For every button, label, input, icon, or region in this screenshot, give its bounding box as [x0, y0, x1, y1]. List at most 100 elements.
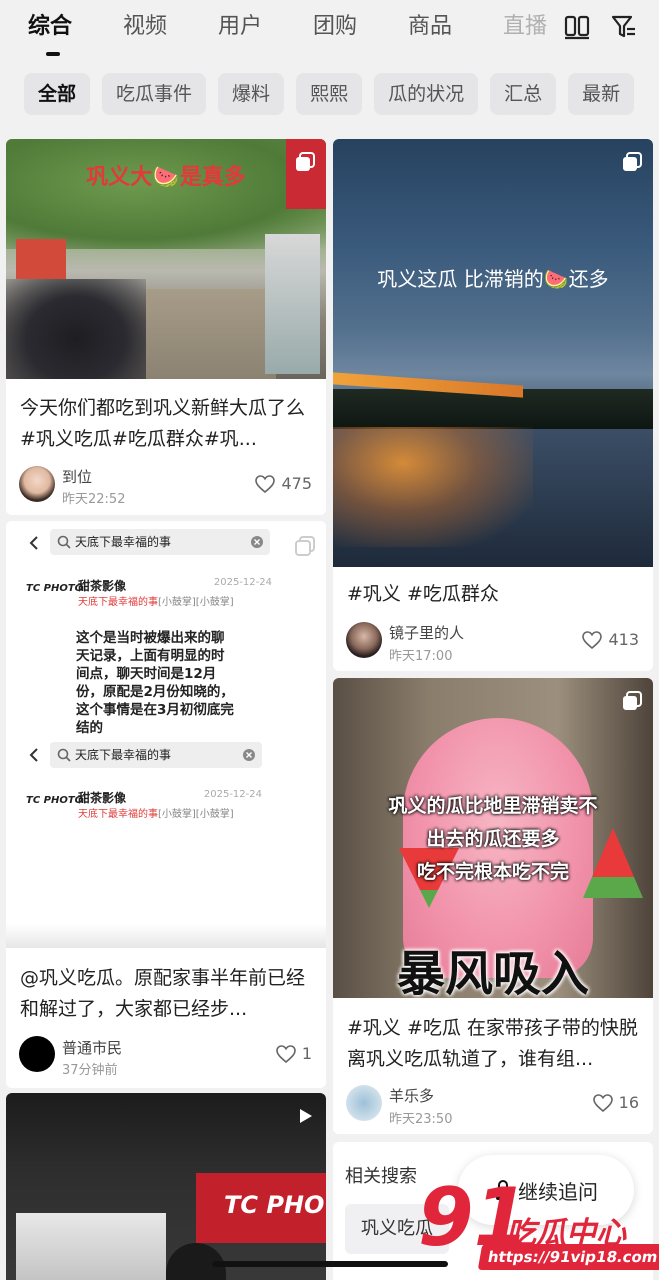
caption-line-2: 出去的瓜还要多: [426, 828, 560, 850]
source-subtitle-emoji: [小鼓掌][小鼓掌]: [158, 809, 234, 820]
filter-chip-leak[interactable]: 爆料: [218, 73, 285, 115]
truck: [265, 234, 320, 374]
shop-sign: [16, 239, 66, 279]
like-count[interactable]: 475: [255, 474, 312, 493]
filter-chip-row: 全部 吃瓜事件 爆料 熙熙 瓜的状况 汇总 最新: [24, 73, 635, 115]
tab-group-buy[interactable]: 团购: [313, 10, 408, 50]
filter-chip-all[interactable]: 全部: [24, 73, 91, 115]
tab-list: 综合 视频 用户 团购 商品 直播: [28, 10, 563, 56]
source-subtitle-repeat: 天底下最幸福的事[小鼓掌][小鼓掌]: [78, 805, 234, 820]
filter-chip-melon-event[interactable]: 吃瓜事件: [102, 73, 207, 115]
filter-chip-xixi[interactable]: 熙熙: [296, 73, 363, 115]
avatar[interactable]: [19, 1036, 55, 1072]
feed-card-chat-record[interactable]: 天底下最幸福的事 TC PHOTO 甜茶影像 2025-12-24 天底下最幸福…: [6, 521, 326, 1088]
post-time: 37分钟前: [62, 1063, 118, 1078]
filter-icon[interactable]: [611, 14, 637, 40]
tab-users[interactable]: 用户: [218, 10, 313, 50]
play-icon: [300, 1109, 312, 1123]
tab-live[interactable]: 直播: [503, 10, 563, 50]
street-scene-image: 巩义大🍉是真多: [6, 139, 326, 379]
search-query: 天底下最幸福的事: [75, 535, 172, 549]
filter-chip-latest[interactable]: 最新: [568, 73, 635, 115]
like-count-value: 413: [608, 630, 639, 649]
heart-icon[interactable]: [276, 1044, 296, 1063]
top-tab-bar: 综合 视频 用户 团购 商品 直播: [0, 0, 659, 60]
post-time: 昨天22:52: [62, 492, 126, 507]
filter-chip-melon-status[interactable]: 瓜的状况: [374, 73, 479, 115]
post-title[interactable]: @巩义吃瓜。原配家事半年前已经和解过了，大家都已经步...: [20, 963, 314, 1025]
source-subtitle-highlight: 天底下最幸福的事: [78, 597, 158, 608]
feed-card-meme[interactable]: 巩义的瓜比地里滞销卖不 出去的瓜还要多 吃不完根本吃不完 暴风吸入 #巩义 #吃…: [333, 678, 653, 1134]
source-subtitle-highlight: 天底下最幸福的事: [78, 809, 158, 820]
tab-video[interactable]: 视频: [123, 10, 218, 50]
author-name[interactable]: 普通市民: [62, 1037, 122, 1058]
source-date-repeat: 2025-12-24: [203, 789, 262, 800]
search-icon: [57, 535, 71, 549]
feed-card-video[interactable]: TC PHO: [6, 1093, 326, 1280]
multi-image-icon: [623, 152, 642, 171]
tc-photo-logo-repeat: TC PHOTO: [26, 795, 84, 806]
image-caption: 巩义这瓜 比滞销的🍉还多: [377, 267, 609, 291]
author-name[interactable]: 羊乐多: [389, 1085, 434, 1106]
feed-card-street[interactable]: 巩义大🍉是真多 今天你们都吃到巩义新鲜大瓜了么#巩义吃瓜#吃瓜群众#巩... 到…: [6, 139, 326, 515]
caption-line-1: 巩义的瓜比地里滞销卖不: [388, 795, 598, 817]
author-name[interactable]: 到位: [62, 466, 92, 487]
like-count-value: 16: [618, 1093, 639, 1112]
heart-icon[interactable]: [255, 474, 276, 493]
source-date: 2025-12-24: [213, 577, 272, 588]
post-time: 昨天23:50: [389, 1112, 453, 1127]
multi-image-icon: [623, 691, 642, 710]
post-title[interactable]: #巩义 #吃瓜群众: [347, 579, 641, 610]
like-count-value: 1: [301, 1044, 312, 1063]
multi-image-icon: [296, 152, 315, 171]
chevron-left-icon: [29, 536, 38, 550]
image-bottom-fade: [6, 924, 326, 948]
feed-card-bridge[interactable]: 巩义这瓜 比滞销的🍉还多 #巩义 #吃瓜群众 镜子里的人 昨天17:00 413: [333, 139, 653, 671]
site-watermark: 91 吃瓜中心 https://91vip18.com: [418, 1178, 659, 1278]
like-count[interactable]: 413: [582, 630, 639, 649]
post-title[interactable]: 今天你们都吃到巩义新鲜大瓜了么#巩义吃瓜#吃瓜群众#巩...: [20, 393, 314, 455]
filter-chip-summary[interactable]: 汇总: [490, 73, 557, 115]
big-caption: 暴风吸入: [396, 946, 589, 998]
multi-image-icon: [295, 536, 315, 556]
tab-products[interactable]: 商品: [408, 10, 503, 50]
caption-line-3: 吃不完根本吃不完: [416, 861, 569, 883]
heart-icon[interactable]: [592, 1093, 613, 1112]
like-count[interactable]: 16: [592, 1093, 639, 1112]
post-time: 昨天17:00: [389, 649, 453, 664]
author-name[interactable]: 镜子里的人: [389, 622, 464, 643]
search-query-repeat: 天底下最幸福的事: [75, 748, 172, 762]
whiteboard: [16, 1213, 166, 1280]
watermark-url: https://91vip18.com: [477, 1244, 659, 1270]
post-title[interactable]: #巩义 #吃瓜 在家带孩子带的快脱离巩义吃瓜轨道了，谁有组...: [347, 1013, 641, 1075]
chevron-left-icon: [29, 748, 38, 762]
image-caption: 巩义大🍉是真多: [86, 165, 246, 190]
wet-pavement: [146, 289, 276, 379]
video-thumbnail: TC PHO: [6, 1093, 326, 1280]
avatar[interactable]: [19, 466, 55, 502]
search-icon: [57, 748, 71, 762]
like-count-value: 475: [281, 474, 312, 493]
meme-image: 巩义的瓜比地里滞销卖不 出去的瓜还要多 吃不完根本吃不完 暴风吸入: [333, 678, 653, 998]
tab-comprehensive[interactable]: 综合: [28, 10, 123, 56]
source-subtitle: 天底下最幸福的事[小鼓掌][小鼓掌]: [78, 593, 234, 608]
chat-screenshot-image: 天底下最幸福的事 TC PHOTO 甜茶影像 2025-12-24 天底下最幸福…: [6, 521, 326, 948]
clear-icon: [251, 536, 263, 548]
heart-icon[interactable]: [582, 630, 603, 649]
layout-grid-icon[interactable]: [564, 14, 590, 40]
avatar[interactable]: [346, 1085, 382, 1121]
related-search-title: 相关搜索: [345, 1166, 417, 1187]
motorbikes: [6, 279, 146, 379]
sign-text: TC PHO: [224, 1191, 325, 1219]
source-subtitle-emoji: [小鼓掌][小鼓掌]: [158, 597, 234, 608]
avatar[interactable]: [346, 622, 382, 658]
water-reflection: [333, 427, 533, 547]
source-account-name: 甜茶影像: [78, 579, 127, 593]
like-count[interactable]: 1: [276, 1044, 312, 1063]
search-bar: 天底下最幸福的事: [50, 529, 270, 555]
image-caption: 巩义的瓜比地里滞销卖不 出去的瓜还要多 吃不完根本吃不完: [333, 790, 653, 889]
chat-body-text: 这个是当时被爆出来的聊天记录，上面有明显的时间点，聊天时间是12月份，原配是2月…: [76, 630, 234, 736]
bridge-night-image: 巩义这瓜 比滞销的🍉还多: [333, 139, 653, 567]
tc-photo-logo: TC PHOTO: [26, 583, 84, 594]
home-indicator[interactable]: [212, 1261, 448, 1267]
